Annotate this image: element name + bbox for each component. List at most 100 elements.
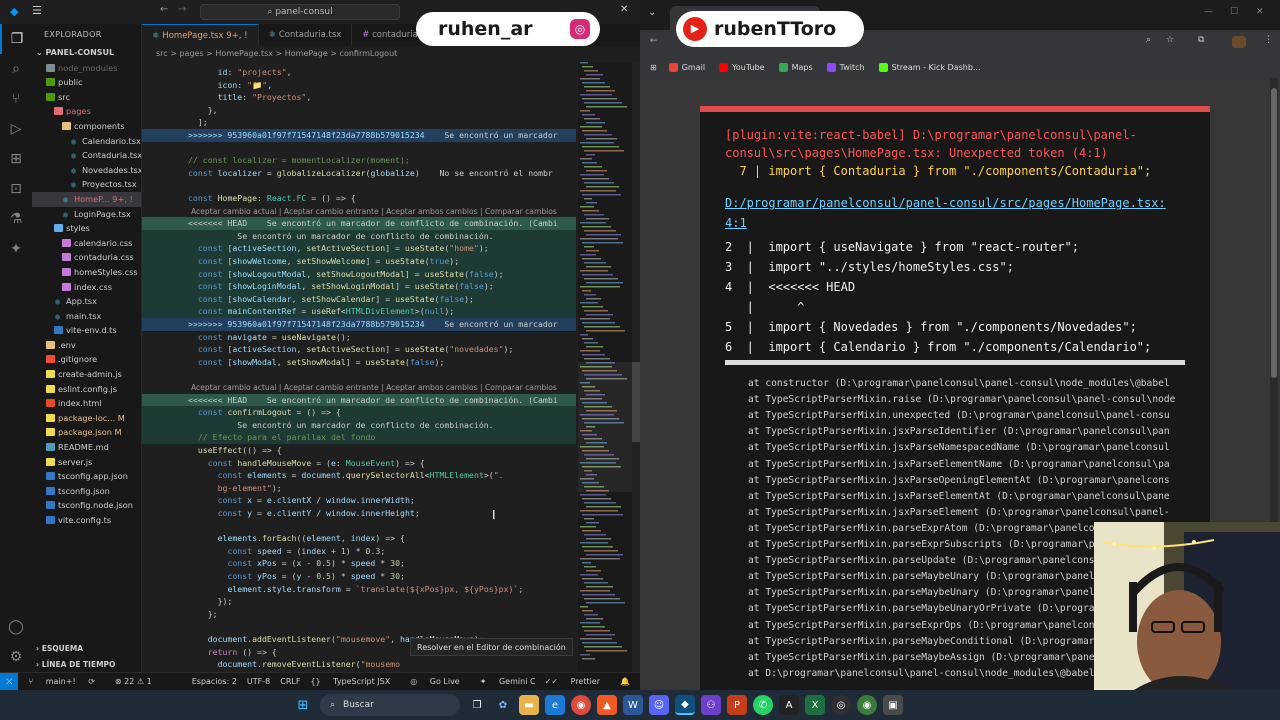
code-line[interactable]: icon: "📁",	[142, 79, 576, 92]
tree-folder[interactable]: public	[32, 75, 141, 90]
back-arrow-icon[interactable]: ←	[650, 36, 658, 46]
code-line[interactable]: const confirmLogout = () => {	[142, 406, 576, 419]
account-icon[interactable]: ◯	[0, 612, 32, 642]
tree-file[interactable]: server.js	[32, 455, 141, 470]
tab-homepage[interactable]: ⚛ HomePage.tsx 9+, !	[142, 24, 259, 46]
code-line[interactable]: const [showWelcome, setShowWelcome] = us…	[142, 255, 576, 268]
code-line[interactable]: useEffect(() => {	[142, 444, 576, 457]
profile-avatar[interactable]	[1232, 36, 1246, 48]
code-line[interactable]	[142, 520, 576, 533]
extensions-icon[interactable]: ⧉	[1198, 35, 1204, 45]
code-line[interactable]: bg-element");	[142, 482, 576, 495]
code-line[interactable]: id: "projects",	[142, 66, 576, 79]
code-line[interactable]: const localizer = globalizeLocalizer(glo…	[142, 167, 576, 180]
code-line[interactable]: const speed = (index + 1) * 0.3;	[142, 545, 576, 558]
excel-icon[interactable]: X	[805, 695, 825, 715]
code-line[interactable]: const yPos = (y - 0.5) * speed * 30;	[142, 570, 576, 583]
command-center-search[interactable]: ⌕ panel-consul	[200, 4, 400, 20]
code-line[interactable]: Se encontró un marcador de conflicto de …	[142, 229, 576, 243]
code-line[interactable]	[142, 368, 576, 381]
code-line[interactable]: >>>>>>> 953960a01f97f71547148f23da7788b5…	[142, 129, 576, 142]
code-line[interactable]: const x = e.clientX / window.innerWidth;	[142, 494, 576, 507]
merge-editor-button[interactable]: Resolver en el Editor de combinación	[410, 638, 573, 656]
github-desktop-icon[interactable]: ⚇	[701, 695, 721, 715]
windows-start-icon[interactable]: ⊞	[293, 695, 313, 715]
file-explorer-icon[interactable]: ▬	[519, 695, 539, 715]
forward-arrow-icon[interactable]: →	[178, 4, 186, 15]
code-line[interactable]: const [activeSection, setActiveSection] …	[142, 343, 576, 356]
tree-file[interactable]: index.css	[32, 280, 141, 295]
whatsapp-icon[interactable]: ✆	[753, 695, 773, 715]
minimize-icon[interactable]: —	[1204, 7, 1213, 17]
problems-status[interactable]: ⊗ 22 ⚠ 1	[115, 677, 152, 686]
code-line[interactable]: elements.forEach((element, index) => {	[142, 532, 576, 545]
code-line[interactable]: // Efecto para el parallax del fondo	[142, 431, 576, 444]
copilot-icon[interactable]: ✿	[493, 695, 513, 715]
prettier-status[interactable]: ✓✓ Prettier	[545, 677, 610, 686]
word-icon[interactable]: W	[623, 695, 643, 715]
tree-folder[interactable]: styles	[32, 221, 141, 236]
tree-file[interactable]: tsconfig.json	[32, 484, 141, 499]
code-line[interactable]: ];	[142, 116, 576, 129]
tree-file[interactable]: vite.config.ts	[32, 513, 141, 528]
file-link-line-2[interactable]: 4:1	[725, 216, 747, 230]
tree-file[interactable]: package-loc... M	[32, 411, 141, 426]
code-line[interactable]: document.removeEventListener("mousemo	[142, 658, 576, 671]
scrollbar-thumb[interactable]	[632, 362, 640, 442]
breadcrumb[interactable]: src > pages > HomePage.tsx > HomePage > …	[142, 46, 640, 62]
tree-folder[interactable]: components	[32, 119, 141, 134]
tree-file[interactable]: ⚛ Calendario.tsx	[32, 134, 141, 149]
editor-scrollbar[interactable]	[632, 62, 640, 672]
tree-file[interactable]: ⚛ main.tsx	[32, 309, 141, 324]
tree-file[interactable]: package.json M	[32, 425, 141, 440]
file-link-line-1[interactable]: D:/programar/panelconsul/panel-consul/sr…	[725, 196, 1166, 210]
code-line[interactable]	[142, 179, 576, 192]
code-line[interactable]: const y = e.clientY / window.innerHeight…	[142, 507, 576, 520]
timeline-section[interactable]: › LÍNEA DE TIEMPO	[36, 658, 115, 673]
remote-explorer-icon[interactable]: ⊡	[0, 174, 32, 204]
code-line[interactable]	[142, 142, 576, 155]
tree-folder[interactable]: node_modules	[32, 61, 141, 76]
indent-status[interactable]: Espacios: 2	[192, 677, 237, 686]
task-view-icon[interactable]: ❐	[467, 695, 487, 715]
back-arrow-icon[interactable]: ←	[160, 4, 168, 15]
eol-status[interactable]: CRLF	[280, 677, 300, 686]
a-app-icon[interactable]: A	[779, 695, 799, 715]
more-menu-icon[interactable]: ⋮	[1264, 35, 1273, 45]
apps-grid-icon[interactable]: ⊞	[650, 63, 657, 72]
tree-file[interactable]: ⚛ App.tsx	[32, 294, 141, 309]
tree-file[interactable]: calendario.css	[32, 236, 141, 251]
extensions-icon[interactable]: ⊞	[0, 144, 32, 174]
tree-file[interactable]: README.md	[32, 440, 141, 455]
taskbar-search[interactable]: ⌕ Buscar	[320, 694, 460, 716]
encoding-status[interactable]: UTF-8	[247, 677, 270, 686]
settings-gear-icon[interactable]: ⚙	[0, 642, 32, 672]
code-line[interactable]: const [showCalendar, setShowCalendar] = …	[142, 292, 576, 306]
code-line[interactable]: <<<<<<< HEAD Se encontró un marcador de …	[142, 393, 576, 407]
tab-search-icon[interactable]: ⌄	[648, 7, 656, 18]
tree-folder[interactable]: pages	[32, 104, 141, 119]
code-line[interactable]: title: "Proyectos",	[142, 91, 576, 104]
outline-section[interactable]: › ESQUEMA	[36, 642, 83, 657]
tree-file[interactable]: ⚛ Novedades.tsx	[32, 163, 141, 178]
tab-contaduria[interactable]: ⚛ Contaduria.tsx	[259, 24, 353, 46]
tree-file[interactable]: eslint.config.js	[32, 382, 141, 397]
bookmark-item[interactable]: Twitch	[826, 62, 865, 72]
tree-file[interactable]: ⚛ LoginPage.tsx	[32, 207, 141, 222]
code-line[interactable]: const [showLogoutModal, setShowLogoutMod…	[142, 267, 576, 281]
tree-file[interactable]: ⚛ Contaduria.tsx	[32, 148, 141, 163]
vscode-icon[interactable]: ◆	[675, 695, 695, 715]
bookmark-item[interactable]: Gmail	[668, 62, 705, 72]
scrollbar-thumb[interactable]	[1271, 88, 1277, 378]
tree-file[interactable]: contaduria.css	[32, 250, 141, 265]
conflict-codelens[interactable]: Aceptar cambio actual | Aceptar cambio e…	[191, 206, 557, 217]
tree-folder[interactable]: src	[32, 90, 141, 105]
code-line[interactable]: const [showLoginModal, setShowLoginModal…	[142, 280, 576, 293]
code-line[interactable]: // const localizer = momentLocalizer(mom…	[142, 154, 576, 167]
code-line[interactable]: };	[142, 608, 576, 621]
code-line[interactable]: const HomePage: React.FC = () => {	[142, 192, 576, 205]
remote-icon[interactable]: ⤫	[0, 672, 19, 691]
code-line[interactable]: element.style.transform = `translate(${x…	[142, 583, 576, 596]
tree-file[interactable]: tsconfig.app.json	[32, 469, 141, 484]
bookmark-item[interactable]: Stream - Kick Dashb...	[878, 62, 981, 72]
